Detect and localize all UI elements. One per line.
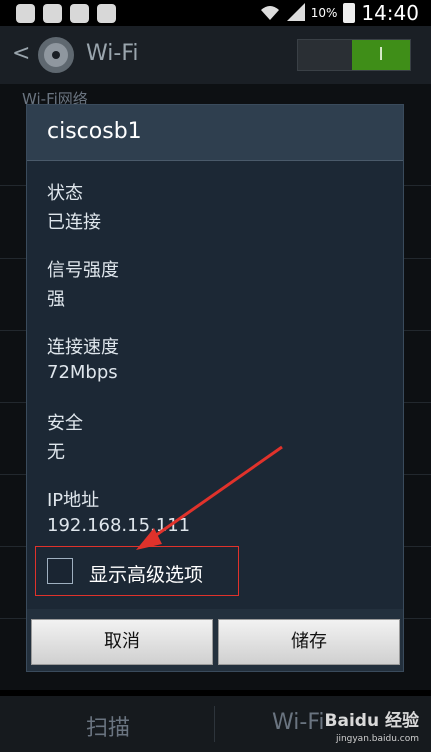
action-bar: < Wi-Fi I bbox=[0, 26, 431, 84]
network-info-dialog: ciscosb1 状态 已连接 信号强度 强 连接速度 72Mbps 安全 无 … bbox=[26, 104, 404, 672]
show-advanced-label[interactable]: 显示高级选项 bbox=[89, 560, 203, 587]
status-bar: 10% 14:40 bbox=[0, 0, 431, 26]
bottom-divider bbox=[214, 706, 215, 742]
wifi-icon bbox=[259, 3, 281, 24]
clock: 14:40 bbox=[361, 1, 419, 25]
dialog-titlebar: ciscosb1 bbox=[27, 105, 403, 161]
back-icon[interactable]: < bbox=[12, 41, 30, 66]
ip-address-label: IP地址 bbox=[47, 490, 100, 511]
wifi-direct-button[interactable]: Wi-Fi bbox=[272, 710, 325, 735]
status-label: 状态 bbox=[47, 183, 83, 204]
signal-icon bbox=[286, 2, 305, 24]
wifi-toggle[interactable]: I bbox=[297, 39, 411, 71]
dialog-button-row: 取消 储存 bbox=[27, 609, 403, 671]
security-label: 安全 bbox=[47, 413, 83, 434]
wifi-toggle-knob: I bbox=[352, 40, 410, 70]
sync-icon bbox=[16, 4, 35, 23]
baidu-watermark: Baidu 经验 bbox=[324, 711, 419, 731]
save-button[interactable]: 储存 bbox=[218, 619, 400, 665]
battery-percent: 10% bbox=[310, 6, 338, 20]
image-icon bbox=[70, 4, 89, 23]
shield-icon bbox=[43, 4, 62, 23]
show-advanced-checkbox[interactable] bbox=[47, 558, 73, 584]
link-speed-label: 连接速度 bbox=[47, 337, 119, 358]
link-speed-value: 72Mbps bbox=[47, 362, 118, 383]
page-title: Wi-Fi bbox=[86, 41, 139, 66]
settings-gear-icon bbox=[38, 37, 74, 73]
app-icon bbox=[97, 4, 116, 23]
status-value: 已连接 bbox=[47, 212, 101, 233]
signal-strength-label: 信号强度 bbox=[47, 260, 119, 281]
battery-icon bbox=[343, 3, 356, 23]
ip-address-value: 192.168.15.111 bbox=[47, 515, 191, 536]
scan-button[interactable]: 扫描 bbox=[86, 710, 130, 742]
baidu-watermark-url: jingyan.baidu.com bbox=[335, 734, 419, 744]
security-value: 无 bbox=[47, 442, 65, 463]
cancel-button[interactable]: 取消 bbox=[31, 619, 213, 665]
dialog-title: ciscosb1 bbox=[47, 119, 142, 144]
signal-strength-value: 强 bbox=[47, 289, 65, 310]
